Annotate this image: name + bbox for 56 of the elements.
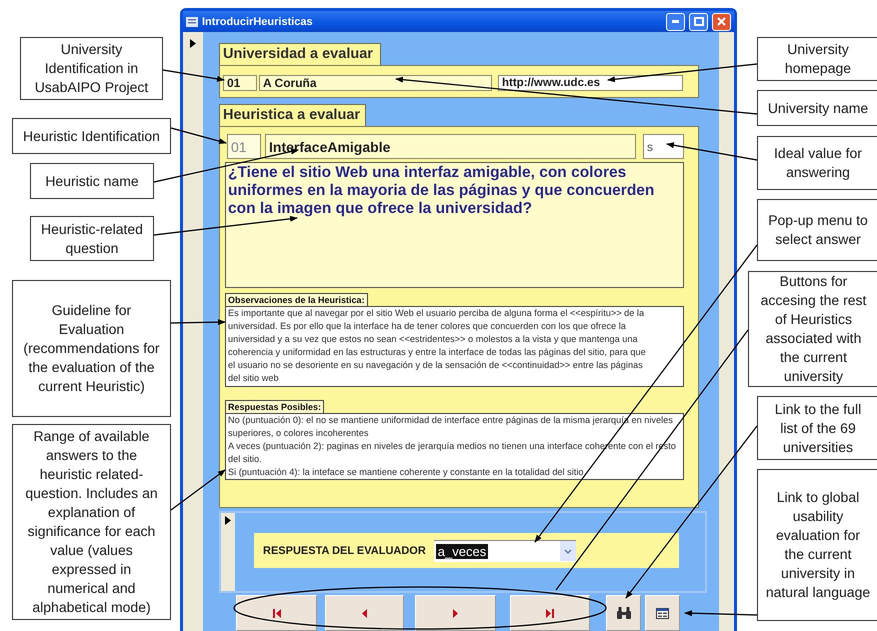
- minimize-icon: [672, 20, 679, 23]
- answer-text: Si (puntuación 4): la inteface se mantiene coherente y constante en la totalidad del sitio: [228, 466, 584, 479]
- last-record-icon: [546, 608, 554, 618]
- maximize-button[interactable]: [689, 12, 708, 30]
- observations-text: Es importante que al navegar por el sitio Web el usuario perciba de alguna forma el <<espíritu>> de la universidad. Es por ello que la interface ha de tener colores que concuerden con los que ofrece la universidad y a su vez que estos no sean <<estridentes>> o molestos a la vista y que mantenga una coherencia y uniformidad en las estructuras y entre la interface de todas las páginas del sitio, para que el usuario no se desoriente en su navegación y de la sensación de <<continuidad>> entre las páginas del sitio web: [225, 306, 684, 387]
- leader-arrow: [170, 469, 226, 510]
- leader-arrow: [162, 69, 225, 82]
- question-text: ¿Tiene el sitio Web una interfaz amigable, con colores uniformes en la mayoria de las páginas y que concuerden con la imagen que ofrece la universidad?: [225, 162, 684, 288]
- section-heading: Heuristica a evaluar: [219, 104, 366, 126]
- leader-arrow: [170, 127, 227, 144]
- homepage-field[interactable]: http://www.udc.es: [498, 75, 683, 91]
- find-button[interactable]: [606, 595, 641, 631]
- callout-label: Heuristic-related question: [30, 216, 154, 261]
- callout-label: Pop-up menu to select answer: [757, 199, 877, 261]
- chevron-down-icon: [564, 548, 572, 554]
- close-button[interactable]: [712, 12, 731, 30]
- next-record-button[interactable]: [415, 595, 496, 631]
- heuristic-name-field[interactable]: InterfaceAmigable: [265, 134, 636, 159]
- answer-dropdown[interactable]: a_veces: [434, 540, 576, 562]
- section-heading: Universidad a evaluar: [219, 43, 381, 65]
- observations-label: Observaciones de la Heuristica:: [225, 293, 368, 306]
- callout-label: Buttons for accesing the rest of Heuristics associated with the current university: [748, 271, 877, 387]
- close-icon: [717, 17, 726, 26]
- first-record-icon: [272, 608, 280, 618]
- maximize-icon: [694, 17, 704, 26]
- callout-label: University homepage: [757, 37, 877, 81]
- answers-label: Respuestas Posibles:: [225, 400, 324, 413]
- leader-arrow: [170, 319, 226, 326]
- record-selector-icon: [225, 516, 231, 525]
- university-id-field[interactable]: 01: [223, 75, 257, 91]
- evaluator-label: RESPUESTA DEL EVALUADOR: [263, 544, 426, 556]
- callout-label: Heuristic Identification: [12, 118, 171, 154]
- window-title: IntroducirHeuristicas: [202, 16, 314, 28]
- binoculars-icon: [616, 607, 630, 619]
- next-record-icon: [453, 608, 458, 618]
- callout-label: University name: [757, 90, 877, 126]
- callout-label: Heuristic name: [30, 163, 154, 199]
- record-selector-icon: [190, 39, 196, 48]
- form-icon: [186, 16, 198, 26]
- callout-label: Ideal value for answering: [757, 136, 877, 190]
- callout-label: Link to the full list of the 69 universities: [757, 396, 877, 460]
- ideal-value-field[interactable]: s: [643, 134, 684, 159]
- minimize-button[interactable]: [666, 12, 685, 30]
- previous-record-icon: [362, 608, 367, 618]
- first-record-button[interactable]: [236, 595, 317, 631]
- callout-label: Guideline for Evaluation (recommendations for the evaluation of the current Heuristic): [12, 280, 171, 417]
- callout-label: Link to global usability evaluation for the current university in natural language: [757, 469, 877, 621]
- form-button[interactable]: [645, 595, 680, 631]
- last-record-button[interactable]: [510, 595, 590, 631]
- selected-answer: a_veces: [436, 544, 488, 558]
- university-name-field[interactable]: A Coruña: [259, 75, 492, 91]
- callout-label: Range of available answers to the heuristic related-question. Includes an explanation of significance for each value (values expressed in numerical and alphabetical mode): [12, 424, 171, 620]
- callout-label: University Identification in UsabAIPO Project: [20, 37, 163, 100]
- form-icon: [656, 608, 669, 618]
- dropdown-button[interactable]: [560, 541, 576, 561]
- previous-record-button[interactable]: [325, 595, 404, 631]
